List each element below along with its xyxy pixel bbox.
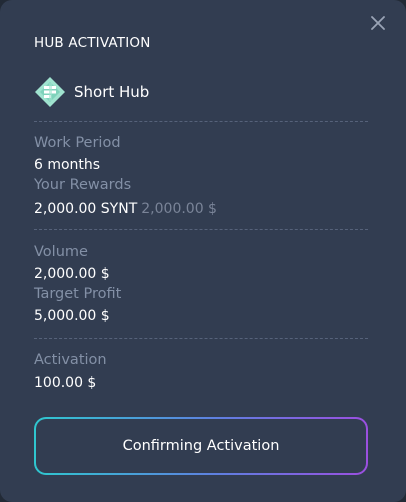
activation-label: Activation (34, 352, 107, 368)
volume-value: 2,000.00 $ (34, 266, 110, 282)
hub-activation-modal: HUB ACTIVATION Short Hub Work Period 6 m… (0, 0, 406, 502)
divider (34, 338, 368, 339)
work-period-label: Work Period (34, 135, 121, 151)
volume-label: Volume (34, 244, 88, 260)
divider (34, 229, 368, 230)
rewards-label: Your Rewards (34, 177, 132, 193)
hub-header: Short Hub (34, 76, 149, 108)
work-period-value: 6 months (34, 157, 101, 173)
close-icon[interactable] (368, 13, 388, 33)
activation-value: 100.00 $ (34, 375, 97, 391)
rewards-value-usd: 2,000.00 $ (141, 201, 217, 217)
target-profit-label: Target Profit (34, 286, 122, 302)
hub-name: Short Hub (74, 83, 150, 101)
modal-title: HUB ACTIVATION (34, 35, 151, 51)
rewards-value-row: 2,000.00 SYNT 2,000.00 $ (34, 201, 217, 217)
divider (34, 121, 368, 122)
short-hub-logo-icon (34, 76, 66, 108)
rewards-value: 2,000.00 SYNT (34, 201, 138, 217)
target-profit-value: 5,000.00 $ (34, 308, 110, 324)
confirm-activation-button[interactable]: Confirming Activation (34, 417, 368, 475)
